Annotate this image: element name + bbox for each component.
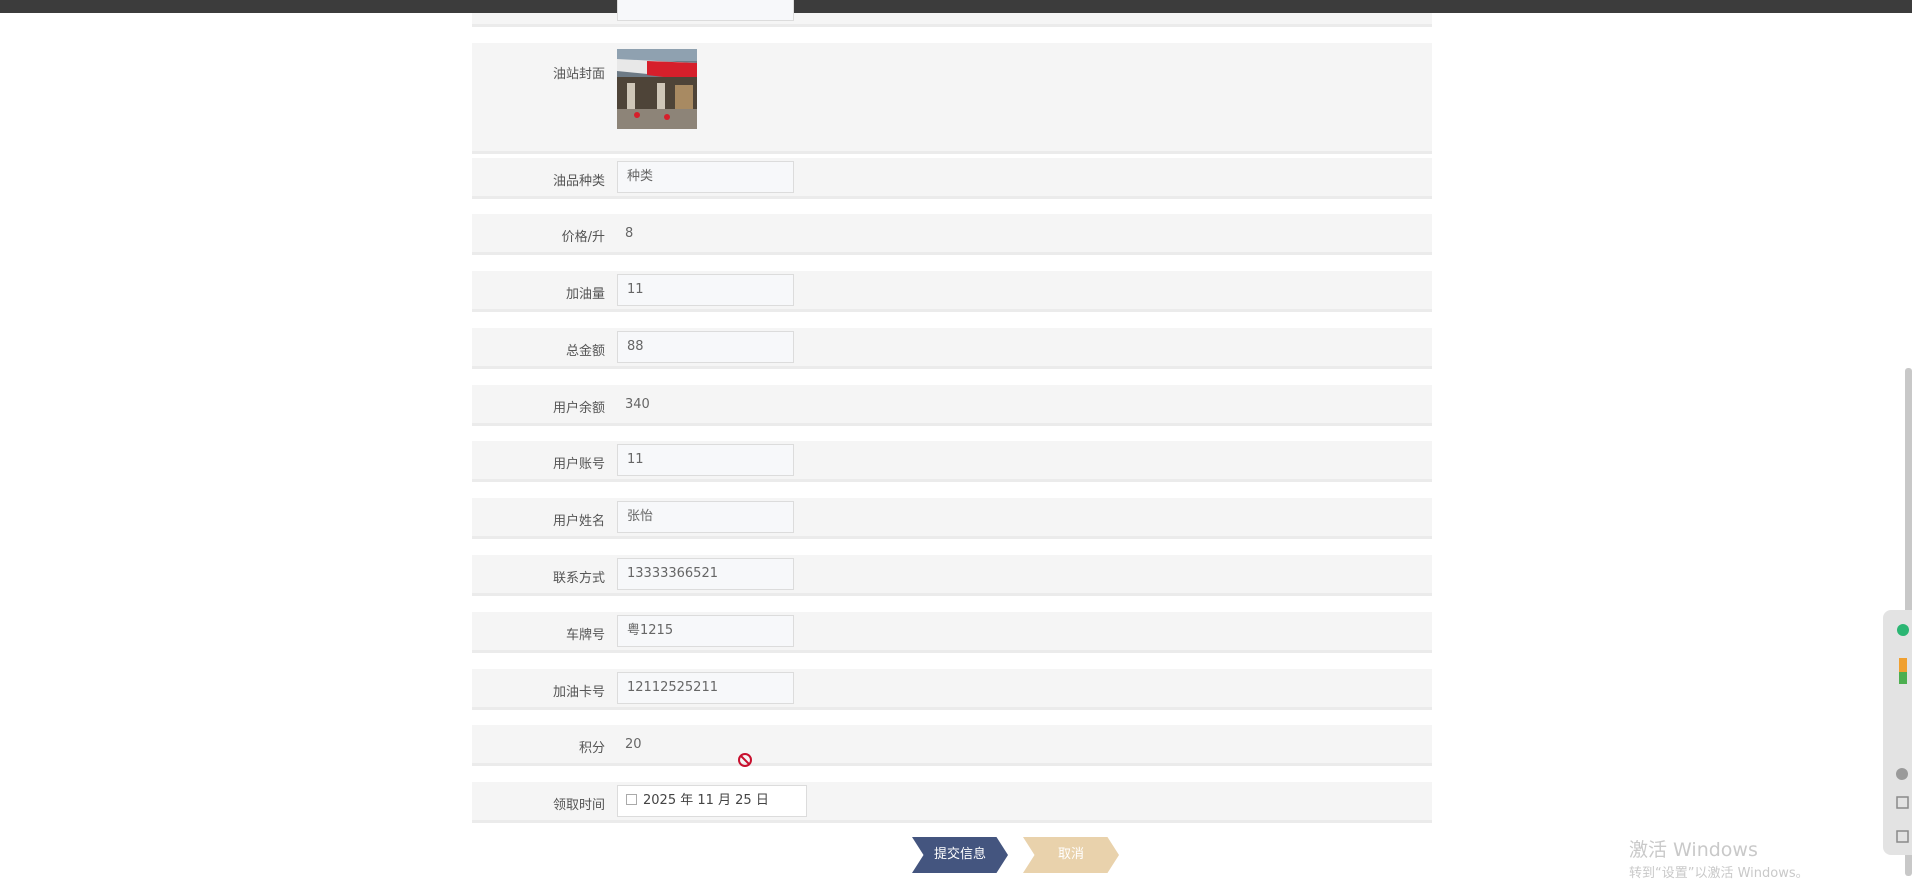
account-input[interactable]: 11 [617,444,794,476]
total-input[interactable]: 88 [617,331,794,363]
form-row-points: 积分 20 [472,725,1432,766]
phone-input[interactable]: 13333366521 [617,558,794,590]
date-input[interactable]: 2025 年 11 月 25 日 [617,785,807,817]
name-input[interactable]: 张怡 [617,501,794,533]
balance-label: 用户余额 [552,401,605,416]
total-label: 总金额 [565,344,605,359]
not-allowed-cursor-icon [738,753,752,767]
cover-label: 油站封面 [552,67,605,82]
form-row-cover: 油站封面 [472,43,1432,154]
fuel-amount-label: 加油量 [565,287,605,302]
plate-label: 车牌号 [565,628,605,643]
form-row-plate: 车牌号 粤1215 [472,612,1432,653]
date-value: 2025 年 11 月 25 日 [643,793,769,808]
gas-station-cover-image[interactable] [617,49,697,129]
form-row-phone: 联系方式 13333366521 [472,555,1432,596]
form-row-name: 用户姓名 张怡 [472,498,1432,539]
plate-input[interactable]: 粤1215 [617,615,794,647]
oil-type-label: 油品种类 [552,174,605,189]
calendar-icon [626,794,637,805]
form-row-date: 领取时间 2025 年 11 月 25 日 [472,782,1432,823]
side-widget-icons [1896,624,1909,843]
points-label: 积分 [578,741,605,756]
floating-side-widget[interactable] [1883,610,1912,855]
name-label: 用户姓名 [552,514,605,529]
card-label: 加油卡号 [552,685,605,700]
cancel-button[interactable]: 取消 [1023,837,1119,873]
account-label: 用户账号 [552,457,605,472]
form-row-partial [472,0,1432,27]
form-row-oil-type: 油品种类 种类 [472,158,1432,199]
price-label: 价格/升 [561,230,605,245]
form-row-total: 总金额 88 [472,328,1432,369]
browser-top-bar [0,0,1912,13]
activation-watermark-subtitle: 转到“设置”以激活 Windows。 [1629,866,1809,881]
phone-label: 联系方式 [552,571,605,586]
card-input[interactable]: 12112525211 [617,672,794,704]
points-value: 20 [625,737,642,752]
form-row-price: 价格/升 8 [472,214,1432,255]
form-row-account: 用户账号 11 [472,441,1432,482]
balance-value: 340 [625,397,650,412]
price-value: 8 [625,226,634,241]
form-row-fuel-amount: 加油量 11 [472,271,1432,312]
form-row-balance: 用户余额 340 [472,385,1432,426]
activation-watermark-title: 激活 Windows [1629,839,1758,861]
partial-input[interactable] [617,0,794,21]
date-label: 领取时间 [552,798,605,813]
fuel-amount-input[interactable]: 11 [617,274,794,306]
form-row-card: 加油卡号 12112525211 [472,669,1432,710]
gas-station-picture [617,49,697,129]
submit-button[interactable]: 提交信息 [912,837,1008,873]
oil-type-input[interactable]: 种类 [617,161,794,193]
